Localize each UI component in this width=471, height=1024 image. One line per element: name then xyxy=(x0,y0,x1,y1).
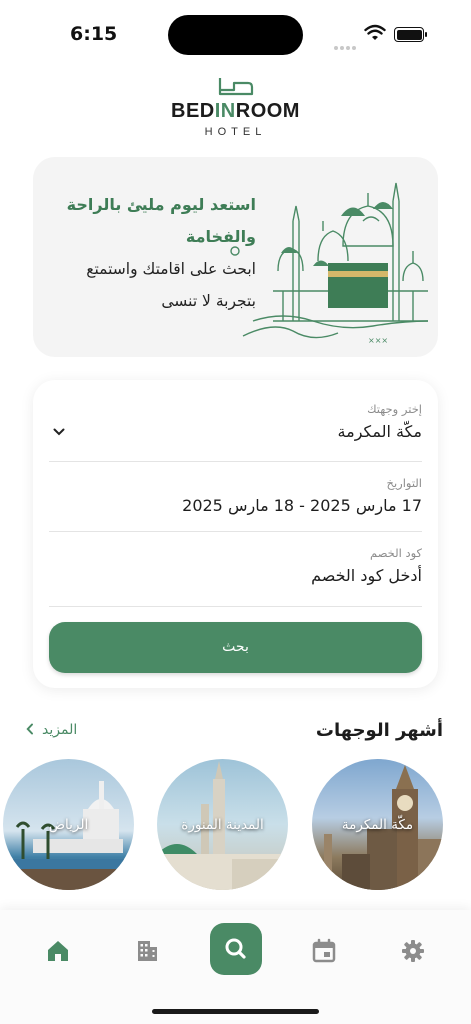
more-label: المزيد xyxy=(42,722,78,738)
destination-value: مكّة المكرمة xyxy=(337,422,422,441)
city-name: الرياض xyxy=(48,817,89,833)
brand-logo: BEDINROOM HOTEL xyxy=(0,76,471,138)
wifi-icon xyxy=(364,24,386,40)
more-link[interactable]: المزيد xyxy=(26,722,77,738)
popular-destinations-title: أشهر الوجهات xyxy=(315,720,443,741)
banner-text: استعد ليوم مليئ بالراحة والفخامة ابحث عل… xyxy=(41,189,256,317)
search-icon xyxy=(225,938,246,959)
banner-title-line1: استعد ليوم مليئ بالراحة xyxy=(66,195,256,214)
chevron-down-icon xyxy=(53,428,65,436)
status-bar: 6:15 xyxy=(0,0,471,70)
svg-text:×××: ××× xyxy=(368,336,388,345)
banner-title-line2: والفخامة xyxy=(185,227,256,246)
city-name: مكّة المكرمة xyxy=(341,817,414,833)
chevron-left-icon xyxy=(26,723,33,735)
dynamic-island xyxy=(168,15,303,55)
search-button[interactable]: بحث xyxy=(49,622,422,673)
discount-label: كود الخصم xyxy=(370,546,422,560)
settings-icon[interactable] xyxy=(398,936,428,966)
city-card-makkah[interactable]: مكّة المكرمة xyxy=(312,759,443,890)
discount-input[interactable]: أدخل كود الخصم xyxy=(49,566,422,585)
home-icon[interactable] xyxy=(43,936,73,966)
dates-value: 17 مارس 2025 - 18 مارس 2025 xyxy=(182,496,422,515)
brand-name: BEDINROOM xyxy=(171,100,300,122)
battery-icon xyxy=(394,27,427,42)
discount-code-field[interactable]: كود الخصم أدخل كود الخصم xyxy=(49,546,422,607)
city-name: المدينة المنورة xyxy=(181,817,264,833)
home-indicator xyxy=(152,1009,319,1014)
banner-subtitle-line1: ابحث على اقامتك واستمتع xyxy=(86,260,256,278)
buildings-icon[interactable] xyxy=(132,936,162,966)
dates-label: التواريخ xyxy=(386,476,422,490)
search-card: إختر وجهتك مكّة المكرمة التواريخ 17 مارس… xyxy=(33,380,438,688)
promo-banner: ××× استعد ليوم مليئ بالراحة والفخامة ابح… xyxy=(33,157,438,357)
banner-subtitle-line2: بتجربة لا تنسى xyxy=(161,292,256,310)
brand-subtitle: HOTEL xyxy=(204,126,267,138)
bed-logo-icon xyxy=(218,78,253,96)
status-time: 6:15 xyxy=(70,23,118,45)
search-tab-button[interactable] xyxy=(210,923,262,975)
destination-label: إختر وجهتك xyxy=(367,402,422,416)
calendar-icon[interactable] xyxy=(309,936,339,966)
bottom-nav xyxy=(0,910,471,1024)
city-card-riyadh[interactable]: الرياض xyxy=(3,759,134,890)
destination-select[interactable]: إختر وجهتك مكّة المكرمة xyxy=(49,402,422,462)
dates-field[interactable]: التواريخ 17 مارس 2025 - 18 مارس 2025 xyxy=(49,476,422,532)
cellular-signal-icon xyxy=(334,35,358,54)
city-card-madinah[interactable]: المدينة المنورة xyxy=(157,759,288,890)
